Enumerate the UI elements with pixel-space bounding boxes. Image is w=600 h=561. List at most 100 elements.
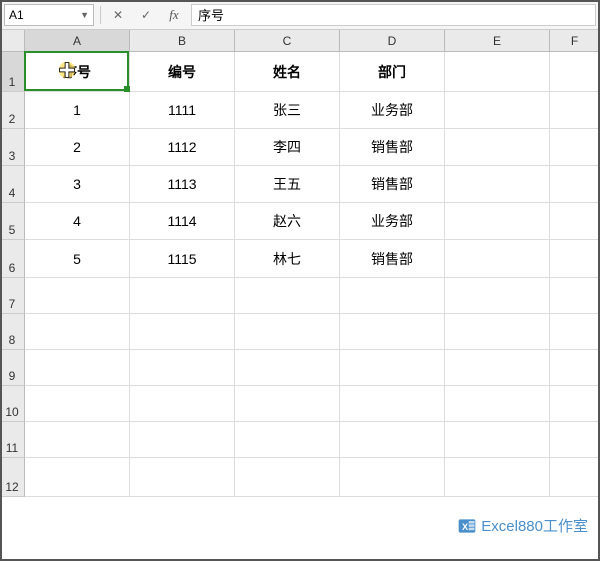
cell-C10[interactable] [235, 386, 340, 422]
cell-F11[interactable] [550, 422, 600, 458]
fx-icon[interactable]: fx [163, 4, 185, 26]
cell-A11[interactable] [25, 422, 130, 458]
cell-D7[interactable] [340, 278, 445, 314]
cell-A4[interactable]: 3 [25, 166, 130, 203]
cell-A3[interactable]: 2 [25, 129, 130, 166]
col-header-A[interactable]: A [25, 30, 130, 52]
row-header-9[interactable]: 9 [0, 350, 25, 386]
cell-E7[interactable] [445, 278, 550, 314]
cell-F7[interactable] [550, 278, 600, 314]
cell-A7[interactable] [25, 278, 130, 314]
cell-E5[interactable] [445, 203, 550, 240]
cell-A8[interactable] [25, 314, 130, 350]
cell-B1[interactable]: 编号 [130, 52, 235, 92]
cell-F5[interactable] [550, 203, 600, 240]
cell-D3[interactable]: 销售部 [340, 129, 445, 166]
cell-C2[interactable]: 张三 [235, 92, 340, 129]
cell-B10[interactable] [130, 386, 235, 422]
row-header-10[interactable]: 10 [0, 386, 25, 422]
cell-C8[interactable] [235, 314, 340, 350]
cell-F12[interactable] [550, 458, 600, 497]
cell-C9[interactable] [235, 350, 340, 386]
cell-B5[interactable]: 1114 [130, 203, 235, 240]
cell-F6[interactable] [550, 240, 600, 278]
cell-B2[interactable]: 1111 [130, 92, 235, 129]
cell-F4[interactable] [550, 166, 600, 203]
row-header-7[interactable]: 7 [0, 278, 25, 314]
dropdown-arrow-icon[interactable]: ▼ [77, 10, 89, 20]
cell-B8[interactable] [130, 314, 235, 350]
row-header-8[interactable]: 8 [0, 314, 25, 350]
watermark-text: Excel880工作室 [481, 515, 588, 536]
cell-E9[interactable] [445, 350, 550, 386]
col-header-D[interactable]: D [340, 30, 445, 52]
cell-E6[interactable] [445, 240, 550, 278]
cell-D4[interactable]: 销售部 [340, 166, 445, 203]
cell-C7[interactable] [235, 278, 340, 314]
cells-area[interactable]: 序号编号姓名部门11111张三业务部21112李四销售部31113王五销售部41… [25, 52, 600, 497]
cell-C6[interactable]: 林七 [235, 240, 340, 278]
cell-A12[interactable] [25, 458, 130, 497]
cell-D9[interactable] [340, 350, 445, 386]
cell-A6[interactable]: 5 [25, 240, 130, 278]
row-header-1[interactable]: 1 [0, 52, 25, 92]
cell-E10[interactable] [445, 386, 550, 422]
cell-E8[interactable] [445, 314, 550, 350]
cell-B12[interactable] [130, 458, 235, 497]
cell-F2[interactable] [550, 92, 600, 129]
cell-C5[interactable]: 赵六 [235, 203, 340, 240]
row-header-12[interactable]: 12 [0, 458, 25, 497]
cell-E1[interactable] [445, 52, 550, 92]
cell-D1[interactable]: 部门 [340, 52, 445, 92]
row-header-3[interactable]: 3 [0, 129, 25, 166]
col-header-B[interactable]: B [130, 30, 235, 52]
col-header-E[interactable]: E [445, 30, 550, 52]
row-header-11[interactable]: 11 [0, 422, 25, 458]
cell-B6[interactable]: 1115 [130, 240, 235, 278]
row-header-6[interactable]: 6 [0, 240, 25, 278]
cell-F10[interactable] [550, 386, 600, 422]
cell-B3[interactable]: 1112 [130, 129, 235, 166]
cell-A9[interactable] [25, 350, 130, 386]
cell-B9[interactable] [130, 350, 235, 386]
cell-D10[interactable] [340, 386, 445, 422]
cell-D11[interactable] [340, 422, 445, 458]
cell-F1[interactable] [550, 52, 600, 92]
cell-A2[interactable]: 1 [25, 92, 130, 129]
cell-A5[interactable]: 4 [25, 203, 130, 240]
cell-C1[interactable]: 姓名 [235, 52, 340, 92]
name-box[interactable]: A1 ▼ [4, 4, 94, 26]
cancel-icon[interactable]: ✕ [107, 4, 129, 26]
cell-E3[interactable] [445, 129, 550, 166]
cell-A1[interactable]: 序号 [25, 52, 130, 92]
col-header-C[interactable]: C [235, 30, 340, 52]
cell-C11[interactable] [235, 422, 340, 458]
cell-D8[interactable] [340, 314, 445, 350]
row-header-2[interactable]: 2 [0, 92, 25, 129]
cell-D6[interactable]: 销售部 [340, 240, 445, 278]
row-header-5[interactable]: 5 [0, 203, 25, 240]
cell-D5[interactable]: 业务部 [340, 203, 445, 240]
select-all-corner[interactable] [0, 30, 25, 52]
cell-C4[interactable]: 王五 [235, 166, 340, 203]
cell-C3[interactable]: 李四 [235, 129, 340, 166]
cell-E4[interactable] [445, 166, 550, 203]
cell-E2[interactable] [445, 92, 550, 129]
cell-B7[interactable] [130, 278, 235, 314]
cell-A10[interactable] [25, 386, 130, 422]
cell-F3[interactable] [550, 129, 600, 166]
cell-E12[interactable] [445, 458, 550, 497]
cell-E11[interactable] [445, 422, 550, 458]
confirm-icon[interactable]: ✓ [135, 4, 157, 26]
formula-input[interactable]: 序号 [191, 4, 596, 26]
col-header-F[interactable]: F [550, 30, 600, 52]
cell-D2[interactable]: 业务部 [340, 92, 445, 129]
cell-F8[interactable] [550, 314, 600, 350]
cell-D12[interactable] [340, 458, 445, 497]
table-row [25, 350, 600, 386]
cell-F9[interactable] [550, 350, 600, 386]
cell-B11[interactable] [130, 422, 235, 458]
row-header-4[interactable]: 4 [0, 166, 25, 203]
cell-C12[interactable] [235, 458, 340, 497]
cell-B4[interactable]: 1113 [130, 166, 235, 203]
